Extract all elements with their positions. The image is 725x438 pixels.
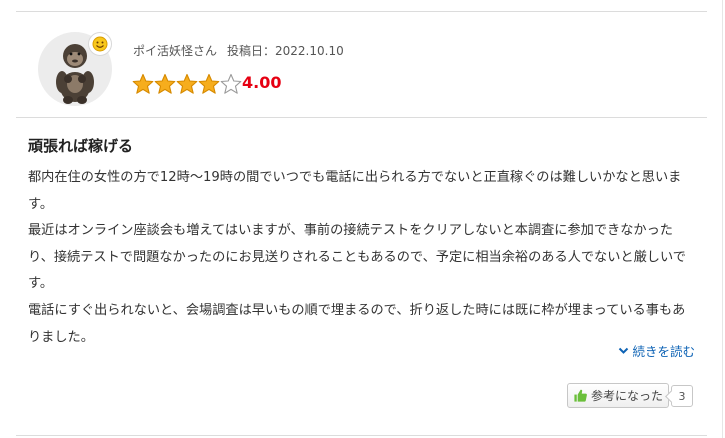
review-paragraph: 最近はオンライン座談会も増えてはいますが、事前の接続テストをクリアしないと本調査… bbox=[28, 223, 686, 292]
bottom-separator bbox=[16, 435, 707, 436]
star-icon bbox=[176, 73, 198, 94]
smiley-icon bbox=[88, 32, 112, 56]
helpful-label: 参考になった bbox=[591, 389, 664, 403]
post-date: 投稿日：2022.10.10 bbox=[227, 44, 344, 58]
header-divider bbox=[16, 117, 707, 118]
review-body: 都内在住の女性の方で12時～19時の間でいつでも電話に出られる方でないと正直稼ぐ… bbox=[28, 165, 696, 351]
star-rating bbox=[132, 72, 242, 96]
right-border bbox=[722, 0, 723, 438]
star-icon bbox=[220, 73, 242, 94]
chevron-down-icon bbox=[619, 347, 629, 354]
reviewer-name: ポイ活妖怪さん bbox=[133, 44, 218, 58]
star-icon bbox=[132, 73, 154, 94]
star-icon bbox=[154, 73, 176, 94]
review-meta: ポイ活妖怪さん 投稿日：2022.10.10 bbox=[133, 42, 344, 59]
review-title: 頑張れば稼げる bbox=[28, 137, 134, 155]
review-paragraph: 都内在住の女性の方で12時～19時の間でいつでも電話に出られる方でないと正直稼ぐ… bbox=[28, 170, 682, 212]
read-more-label: 続きを読む bbox=[632, 344, 695, 359]
read-more-link[interactable]: 続きを読む bbox=[618, 341, 695, 360]
helpful-count: 3 bbox=[671, 385, 693, 407]
top-separator bbox=[16, 11, 707, 12]
rating-score: 4.00 bbox=[242, 73, 282, 92]
helpful-button[interactable]: 参考になった bbox=[567, 383, 670, 408]
star-icon bbox=[198, 73, 220, 94]
review-paragraph: 電話にすぐ出られないと、会場調査は早いもの順で埋まるので、折り返した時には既に枠… bbox=[28, 302, 686, 345]
thumbs-up-icon bbox=[574, 389, 587, 402]
